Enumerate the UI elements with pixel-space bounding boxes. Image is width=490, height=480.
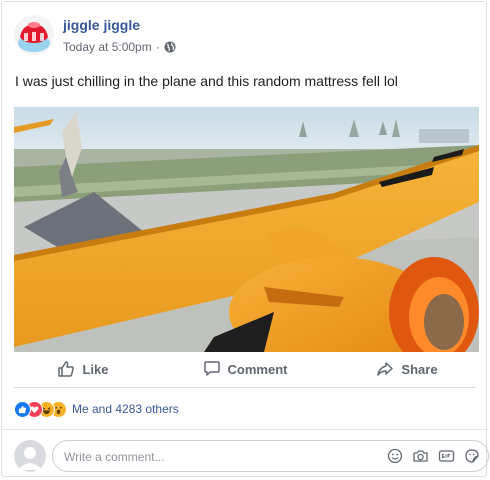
- camera-icon[interactable]: [412, 448, 429, 464]
- comment-placeholder: Write a comment...: [64, 450, 165, 464]
- author-avatar[interactable]: [14, 15, 54, 55]
- post-card: jiggle jiggle Today at 5:00pm · I was ju…: [1, 1, 489, 477]
- sticker-icon[interactable]: [464, 448, 480, 464]
- share-label: Share: [401, 361, 438, 377]
- post-timestamp[interactable]: Today at 5:00pm: [63, 40, 152, 54]
- comment-composer: Write a comment...: [14, 438, 489, 472]
- reactions-summary[interactable]: Me and 4283 others: [14, 399, 179, 419]
- actions-divider: [14, 387, 476, 388]
- comments-divider: [2, 429, 488, 430]
- reactions-count[interactable]: Me and 4283 others: [72, 402, 179, 416]
- comment-icon: [203, 361, 220, 376]
- globe-icon: [164, 41, 176, 53]
- comment-label: Comment: [227, 361, 288, 377]
- like-button[interactable]: Like: [2, 354, 164, 384]
- comment-tools: [387, 448, 480, 464]
- user-avatar[interactable]: [14, 440, 46, 472]
- comment-button[interactable]: Comment: [164, 354, 326, 384]
- author-name[interactable]: jiggle jiggle: [63, 17, 140, 33]
- post-actions: Like Comment Share: [2, 354, 488, 384]
- gif-icon[interactable]: [438, 448, 455, 464]
- like-icon: [14, 400, 31, 418]
- meta-separator: ·: [155, 40, 160, 54]
- share-icon: [377, 362, 394, 376]
- post-image[interactable]: [14, 107, 479, 352]
- post-text: I was just chilling in the plane and thi…: [15, 73, 398, 89]
- thumbs-up-icon: [58, 361, 75, 377]
- post-meta: Today at 5:00pm ·: [63, 40, 176, 54]
- like-label: Like: [82, 361, 109, 377]
- emoji-icon[interactable]: [387, 448, 403, 464]
- share-button[interactable]: Share: [326, 354, 488, 384]
- comment-input[interactable]: Write a comment...: [52, 440, 489, 472]
